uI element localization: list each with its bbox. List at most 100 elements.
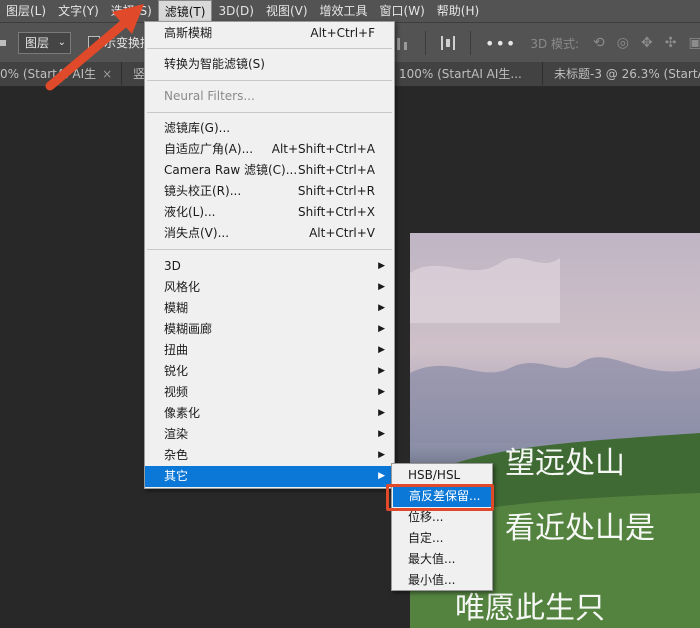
menu-item-label: 模糊画廊 [164, 322, 213, 336]
menu-item-convert-smart-filters[interactable]: 转换为智能滤镜(S) [145, 54, 394, 75]
menu-bar: 图层(L) 文字(Y) 选择(S) 滤镜(T) 3D(D) 视图(V) 增效工具… [0, 0, 700, 22]
submenu-arrow-icon: ▶ [378, 387, 385, 397]
menu-item-vanishing-point[interactable]: 消失点(V)... Alt+Ctrl+V [145, 223, 394, 244]
menu-item-label: 风格化 [164, 280, 201, 294]
menu-item-shortcut: Alt+Shift+Ctrl+A [271, 142, 375, 156]
close-icon[interactable]: × [102, 67, 112, 81]
roll-3d-icon[interactable]: ◎ [617, 35, 629, 51]
menu-item-label: 锐化 [164, 364, 189, 378]
canvas-overlay-text-1: 望远处山 [505, 446, 625, 481]
submenu-arrow-icon: ▶ [378, 303, 385, 313]
menu-layer[interactable]: 图层(L) [0, 0, 52, 22]
filter-menu: 高斯模糊 Alt+Ctrl+F 转换为智能滤镜(S) Neural Filter… [144, 21, 395, 489]
menu-item-label: 模糊 [164, 301, 189, 315]
menu-item-blur-gallery[interactable]: 模糊画廊 ▶ [145, 319, 394, 340]
menu-item-label: 高斯模糊 [164, 26, 213, 40]
menu-item-video[interactable]: 视频 ▶ [145, 382, 394, 403]
menu-item-liquify[interactable]: 液化(L)... Shift+Ctrl+X [145, 202, 394, 223]
menu-divider [147, 249, 392, 250]
distribute-icon[interactable] [440, 36, 456, 50]
menu-item-label: 滤镜库(G)... [164, 121, 231, 135]
auto-select-target-dropdown[interactable]: 图层 ⌄ [18, 32, 71, 54]
submenu-arrow-icon: ▶ [378, 366, 385, 376]
submenu-item-hsb-hsl[interactable]: HSB/HSL [392, 465, 492, 486]
menu-item-label: HSB/HSL [408, 468, 461, 482]
menu-item-shortcut: Alt+Ctrl+F [310, 26, 375, 40]
menu-item-shortcut: Alt+Ctrl+V [309, 226, 375, 240]
show-transform-checkbox[interactable] [88, 36, 100, 48]
submenu-item-custom[interactable]: 自定... [392, 528, 492, 549]
canvas-overlay-text-2: 看近处山是 [505, 511, 655, 546]
tab-label: 0% (StartAI AI生 [0, 67, 97, 81]
more-options-icon[interactable]: ••• [485, 34, 516, 53]
submenu-arrow-icon: ▶ [378, 408, 385, 418]
submenu-arrow-icon: ▶ [378, 261, 385, 271]
menu-filter[interactable]: 滤镜(T) [157, 0, 213, 22]
chevron-down-icon: ⌄ [57, 37, 66, 48]
menu-divider [147, 48, 392, 49]
menu-item-adaptive-wide-angle[interactable]: 自适应广角(A)... Alt+Shift+Ctrl+A [145, 139, 394, 160]
pan-3d-icon[interactable]: ✥ [641, 35, 653, 51]
document-tab-active[interactable]: 未标题-3 @ 26.3% (StartAI AI生 [548, 62, 700, 87]
menu-item-label: 其它 [164, 469, 189, 483]
menu-divider [147, 112, 392, 113]
align-bottom-icon[interactable] [395, 36, 411, 50]
menu-item-label: 自适应广角(A)... [164, 142, 254, 156]
menu-item-label: 转换为智能滤镜(S) [164, 57, 265, 71]
3d-mode-icons: ⟲ ◎ ✥ ✣ ▣ [593, 35, 700, 51]
orbit-3d-icon[interactable]: ⟲ [593, 35, 605, 51]
menu-item-stylize[interactable]: 风格化 ▶ [145, 277, 394, 298]
scale-3d-icon[interactable]: ▣ [688, 35, 700, 51]
document-tab[interactable]: 0% (StartAI AI生 × [0, 62, 122, 87]
menu-item-label: 自定... [408, 531, 444, 545]
align-icons: ••• 3D 模式: ⟲ ◎ ✥ ✣ ▣ [395, 23, 700, 63]
menu-item-label: 最大值... [408, 552, 456, 566]
menu-item-camera-raw[interactable]: Camera Raw 滤镜(C)... Shift+Ctrl+A [145, 160, 394, 181]
grip-icon [0, 40, 6, 46]
menu-plugins[interactable]: 增效工具 [314, 0, 374, 22]
separator [470, 31, 471, 55]
submenu-arrow-icon: ▶ [378, 282, 385, 292]
menu-item-noise[interactable]: 杂色 ▶ [145, 445, 394, 466]
auto-select-target-value: 图层 [25, 36, 50, 50]
menu-window[interactable]: 窗口(W) [374, 0, 431, 22]
menu-item-pixelate[interactable]: 像素化 ▶ [145, 403, 394, 424]
submenu-arrow-icon: ▶ [378, 345, 385, 355]
menu-item-label: Camera Raw 滤镜(C)... [164, 163, 298, 177]
menu-item-gaussian-blur-last[interactable]: 高斯模糊 Alt+Ctrl+F [145, 23, 394, 44]
menu-item-label: 3D [164, 259, 181, 273]
menu-item-sharpen[interactable]: 锐化 ▶ [145, 361, 394, 382]
menu-divider [147, 80, 392, 81]
submenu-item-minimum[interactable]: 最小值... [392, 570, 492, 591]
annotation-highlight-box [386, 484, 494, 511]
menu-item-label: 扭曲 [164, 343, 189, 357]
menu-item-other[interactable]: 其它 ▶ [145, 466, 394, 487]
3d-mode-label: 3D 模式: [530, 36, 580, 51]
menu-item-shortcut: Shift+Ctrl+R [297, 184, 375, 198]
menu-item-render[interactable]: 渲染 ▶ [145, 424, 394, 445]
menu-item-label: 最小值... [408, 573, 456, 587]
submenu-arrow-icon: ▶ [378, 471, 385, 481]
menu-help[interactable]: 帮助(H) [431, 0, 485, 22]
submenu-arrow-icon: ▶ [378, 450, 385, 460]
menu-item-neural-filters: Neural Filters... [145, 86, 394, 107]
submenu-item-maximum[interactable]: 最大值... [392, 549, 492, 570]
menu-item-label: 视频 [164, 385, 189, 399]
menu-item-label: 杂色 [164, 448, 189, 462]
document-tab[interactable]: 100% (StartAI AI生... [395, 62, 543, 87]
menu-type[interactable]: 文字(Y) [52, 0, 105, 22]
menu-view[interactable]: 视图(V) [260, 0, 314, 22]
menu-item-filter-gallery[interactable]: 滤镜库(G)... [145, 118, 394, 139]
menu-item-distort[interactable]: 扭曲 ▶ [145, 340, 394, 361]
menu-item-label: 像素化 [164, 406, 201, 420]
submenu-arrow-icon: ▶ [378, 429, 385, 439]
menu-item-shortcut: Shift+Ctrl+A [298, 163, 375, 177]
menu-item-3d[interactable]: 3D ▶ [145, 256, 394, 277]
menu-item-label: 液化(L)... [164, 205, 216, 219]
slide-3d-icon[interactable]: ✣ [665, 35, 677, 51]
menu-3d[interactable]: 3D(D) [212, 0, 259, 22]
menu-item-lens-correction[interactable]: 镜头校正(R)... Shift+Ctrl+R [145, 181, 394, 202]
other-submenu: HSB/HSL 高反差保留... 位移... 自定... 最大值... 最小值.… [391, 463, 493, 591]
menu-select[interactable]: 选择(S) [105, 0, 158, 22]
menu-item-blur[interactable]: 模糊 ▶ [145, 298, 394, 319]
